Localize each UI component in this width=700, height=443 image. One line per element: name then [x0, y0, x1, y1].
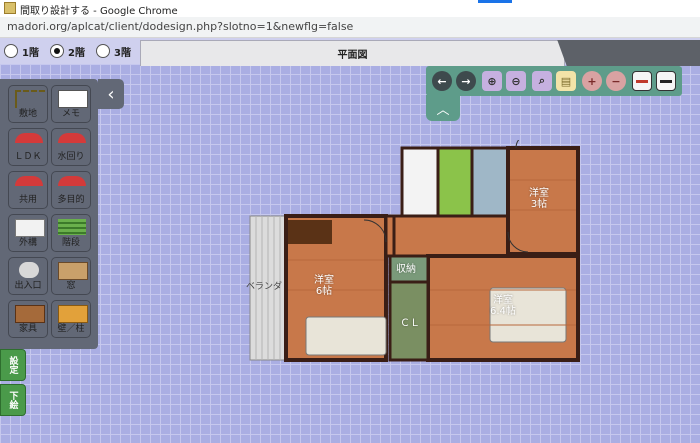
bed-west	[305, 316, 387, 356]
palette-furniture-button[interactable]: 家具	[8, 300, 48, 338]
plus-circle-icon: +	[587, 74, 597, 88]
minus-circle-icon: −	[611, 74, 621, 88]
closet-label: ＣＬ	[400, 318, 420, 329]
bath-area	[436, 146, 474, 218]
tab-strip-right	[572, 40, 700, 66]
palette-window-button[interactable]: 窓	[51, 257, 91, 295]
palette-stairs-label: 階段	[61, 238, 80, 248]
palette-wall-pillar-label: 壁／柱	[57, 324, 85, 334]
window-title: 間取り設計する - Google Chrome	[20, 6, 178, 17]
palette-entrance-label: 出入口	[14, 281, 42, 291]
zoom-in-icon: ⊕	[487, 74, 497, 88]
floor-2-radio[interactable]	[50, 44, 64, 58]
palette-entrance-button[interactable]: 出入口	[8, 257, 48, 295]
add-button[interactable]: +	[582, 71, 602, 91]
palette-ldk-label: ＬＤＫ	[14, 152, 42, 162]
storage-label: 収納	[396, 264, 416, 275]
palette-memo-button[interactable]: メモ	[51, 85, 91, 123]
room-south-east-name: 洋室	[492, 295, 513, 306]
room-west-size: 6帖	[315, 286, 333, 297]
document-button[interactable]: ▤	[556, 71, 576, 91]
tab-floor-plan[interactable]: 平面図	[140, 40, 565, 66]
room-north-east-size: 3帖	[530, 199, 548, 210]
settings-side-tab[interactable]: 設定	[0, 349, 26, 381]
browser-title-bar: 間取り設計する - Google Chrome	[0, 0, 700, 17]
palette-multipurpose-button[interactable]: 多目的	[51, 171, 91, 209]
view-toolbar: ← → ⊕ ⊖ ⌕ ▤ + −	[426, 66, 682, 96]
entrance-icon	[19, 262, 39, 278]
chevron-left-icon: ‹	[107, 83, 115, 105]
palette-exterior-button[interactable]: 外構	[8, 214, 48, 252]
floor-3-label: 3階	[114, 48, 131, 59]
floor-1-radio[interactable]	[4, 44, 18, 58]
url-text[interactable]: madori.org/aplcat/client/dodesign.php?sl…	[7, 20, 353, 33]
zoom-out-icon: ⊖	[511, 74, 521, 88]
stairs-icon	[58, 219, 86, 235]
floor-plan[interactable]: 洋室 6帖 洋室 3帖 洋室 6.4帖 収納 ＣＬ ベランダ	[244, 133, 584, 365]
arrow-left-icon: ←	[437, 74, 447, 88]
floor-3-radio[interactable]	[96, 44, 110, 58]
palette-stairs-button[interactable]: 階段	[51, 214, 91, 252]
balcony-label: ベランダ	[246, 282, 283, 292]
room-west-name: 洋室	[314, 275, 334, 286]
app-favicon-icon	[4, 2, 16, 14]
ldk-umbrella-icon	[15, 133, 43, 143]
palette-furniture-label: 家具	[18, 324, 37, 334]
room-south-east-size: 6.4帖	[490, 306, 516, 317]
palette-site-label: 敷地	[18, 109, 37, 119]
palette-water-button[interactable]: 水回り	[51, 128, 91, 166]
room-west-label: 洋室 6帖	[314, 275, 334, 297]
floor-2-label: 2階	[68, 48, 85, 59]
palette-water-label: 水回り	[57, 152, 85, 162]
palette-shared-button[interactable]: 共用	[8, 171, 48, 209]
address-bar[interactable]: madori.org/aplcat/client/dodesign.php?sl…	[0, 17, 700, 38]
underlay-side-tab[interactable]: 下絵	[0, 384, 26, 416]
floor-1-option[interactable]: 1階	[4, 42, 48, 60]
redo-button[interactable]: →	[456, 71, 476, 91]
palette-collapse-button[interactable]: ‹	[98, 79, 124, 109]
room-north-east-label: 洋室 3帖	[529, 188, 549, 210]
wall-dark-button[interactable]	[656, 71, 676, 91]
palette-exterior-label: 外構	[18, 238, 37, 248]
palette-memo-label: メモ	[61, 109, 80, 119]
room-north-east-name: 洋室	[529, 188, 549, 199]
multipurpose-umbrella-icon	[58, 176, 86, 186]
undo-button[interactable]: ←	[432, 71, 452, 91]
palette-window-label: 窓	[66, 281, 76, 291]
toolbar-collapse-tab[interactable]: ︿	[426, 95, 460, 121]
floor-1-label: 1階	[22, 48, 39, 59]
stairs-area	[470, 146, 510, 218]
toilet-area	[400, 146, 440, 218]
water-umbrella-icon	[58, 133, 86, 143]
palette-shared-label: 共用	[18, 195, 37, 205]
palette-site-button[interactable]: 敷地	[8, 85, 48, 123]
shared-umbrella-icon	[15, 176, 43, 186]
chevron-up-icon[interactable]: ︿	[426, 95, 460, 121]
hallway-floor	[392, 214, 526, 258]
palette-ldk-button[interactable]: ＬＤＫ	[8, 128, 48, 166]
wall-dark-icon	[660, 79, 672, 83]
tab-floor-plan-label: 平面図	[337, 50, 368, 61]
zoom-fit-icon: ⌕	[538, 74, 546, 87]
palette-wall-pillar-button[interactable]: 壁／柱	[51, 300, 91, 338]
wall-red-icon	[636, 79, 648, 83]
zoom-out-button[interactable]: ⊖	[506, 71, 526, 91]
floor-3-option[interactable]: 3階	[96, 42, 140, 60]
remove-button[interactable]: −	[606, 71, 626, 91]
wall-red-button[interactable]	[632, 71, 652, 91]
zoom-fit-button[interactable]: ⌕	[532, 71, 552, 91]
floor-2-option[interactable]: 2階	[50, 42, 94, 60]
document-icon: ▤	[560, 74, 572, 88]
arrow-right-icon: →	[461, 74, 471, 88]
room-south-east-label: 洋室 6.4帖	[490, 295, 516, 317]
floor-plan-drawing	[249, 133, 580, 362]
desk-furniture	[288, 220, 332, 244]
zoom-in-button[interactable]: ⊕	[482, 71, 502, 91]
title-accent-bar	[478, 0, 512, 3]
palette-multipurpose-label: 多目的	[57, 195, 85, 205]
